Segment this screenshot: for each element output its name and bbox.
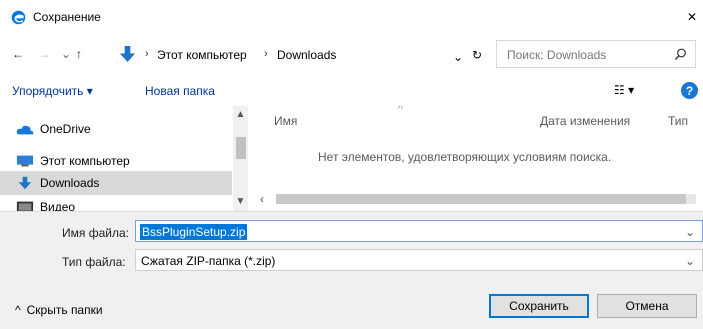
sidebar-item-video[interactable]: Видео <box>0 195 232 211</box>
sort-indicator-icon: ^ <box>398 106 403 115</box>
scrollbar-thumb[interactable] <box>276 194 686 204</box>
filetype-value: Сжатая ZIP-папка (*.zip) <box>141 254 276 268</box>
navigation-pane-scrollbar[interactable]: ▲ ▼ <box>233 106 248 211</box>
filename-value[interactable]: BssPluginSetup.zip <box>140 224 248 240</box>
sidebar-item-downloads[interactable]: Downloads <box>0 171 232 195</box>
refresh-icon[interactable]: ↻ <box>472 48 482 62</box>
download-folder-icon <box>18 176 32 190</box>
help-icon[interactable]: ? <box>681 82 698 99</box>
browser-icon <box>11 10 26 25</box>
search-placeholder: Поиск: Downloads <box>507 48 607 62</box>
close-icon: ✕ <box>686 10 698 24</box>
save-button[interactable]: Сохранить <box>489 294 589 318</box>
sidebar-item-onedrive[interactable]: OneDrive <box>0 117 232 141</box>
chevron-down-icon[interactable]: ⌄ <box>685 254 695 268</box>
sidebar-item-label: OneDrive <box>40 122 91 136</box>
scrollbar-track[interactable] <box>276 194 696 204</box>
chevron-up-icon: ^ <box>15 303 21 317</box>
scroll-left-icon[interactable]: ‹ <box>260 192 264 206</box>
new-folder-button[interactable]: Новая папка <box>145 84 215 98</box>
breadcrumb-this-pc[interactable]: Этот компьютер <box>157 48 247 62</box>
video-folder-icon <box>16 201 34 211</box>
sidebar-item-label: Этот компьютер <box>40 154 130 168</box>
hide-folders-button[interactable]: ^ Скрыть папки <box>15 303 103 317</box>
chevron-down-icon[interactable]: ⌄ <box>685 225 695 239</box>
organize-menu-button[interactable]: Упорядочить ▾ <box>12 84 93 98</box>
hide-folders-label: Скрыть папки <box>26 303 103 317</box>
breadcrumb-downloads[interactable]: Downloads <box>277 48 336 62</box>
cancel-button[interactable]: Отмена <box>597 294 697 318</box>
computer-icon <box>16 155 34 167</box>
window-title: Сохранение <box>33 10 101 24</box>
column-header-type[interactable]: Тип <box>668 114 688 128</box>
download-folder-icon <box>119 46 136 63</box>
empty-state-message: Нет элементов, удовлетворяющих условиям … <box>318 150 612 164</box>
sidebar-item-label: Downloads <box>40 176 100 190</box>
scrollbar-thumb[interactable] <box>236 137 246 159</box>
save-form: Имя файла: BssPluginSetup.zip ⌄ Тип файл… <box>0 211 703 329</box>
close-button[interactable]: ✕ <box>681 0 703 34</box>
cloud-icon <box>16 125 34 135</box>
back-button[interactable]: ← <box>12 46 24 62</box>
sidebar-item-this-pc[interactable]: Этот компьютер <box>0 149 232 173</box>
filename-input[interactable]: BssPluginSetup.zip ⌄ <box>135 220 703 242</box>
filetype-label: Тип файла: <box>62 255 126 269</box>
address-dropdown-button[interactable]: ⌄ <box>453 50 463 64</box>
breadcrumb-separator: › <box>264 48 268 60</box>
forward-button[interactable]: → <box>38 46 50 62</box>
scroll-down-icon[interactable]: ▼ <box>235 196 246 207</box>
sidebar-item-label: Видео <box>40 200 76 211</box>
navigation-bar: ← → ⌄ ↑ › Этот компьютер › Downloads ⌄ ↻… <box>0 38 703 70</box>
breadcrumb-separator: › <box>145 48 149 60</box>
file-list-horizontal-scrollbar[interactable]: ‹ <box>248 191 703 208</box>
search-icon[interactable] <box>674 48 687 61</box>
command-toolbar: Упорядочить ▾ Новая папка ☷ ▾ ? <box>0 76 703 106</box>
view-options-button[interactable]: ☷ ▾ <box>614 83 648 101</box>
recent-locations-button[interactable]: ⌄ <box>61 46 71 62</box>
up-folder-button[interactable]: ↑ <box>76 46 82 62</box>
filetype-select[interactable]: Сжатая ZIP-папка (*.zip) ⌄ <box>135 249 703 271</box>
title-bar: Сохранение ✕ <box>0 0 703 34</box>
search-box[interactable]: Поиск: Downloads <box>496 40 696 68</box>
navigation-pane: OneDrive Этот компьютер Downloads Видео <box>0 106 247 211</box>
column-header-date-modified[interactable]: Дата изменения <box>540 114 630 128</box>
scroll-up-icon[interactable]: ▲ <box>235 109 246 120</box>
filename-label: Имя файла: <box>62 226 129 240</box>
column-header-name[interactable]: Имя <box>274 114 297 128</box>
address-bar[interactable]: › Этот компьютер › Downloads ⌄ ↻ <box>112 40 488 68</box>
